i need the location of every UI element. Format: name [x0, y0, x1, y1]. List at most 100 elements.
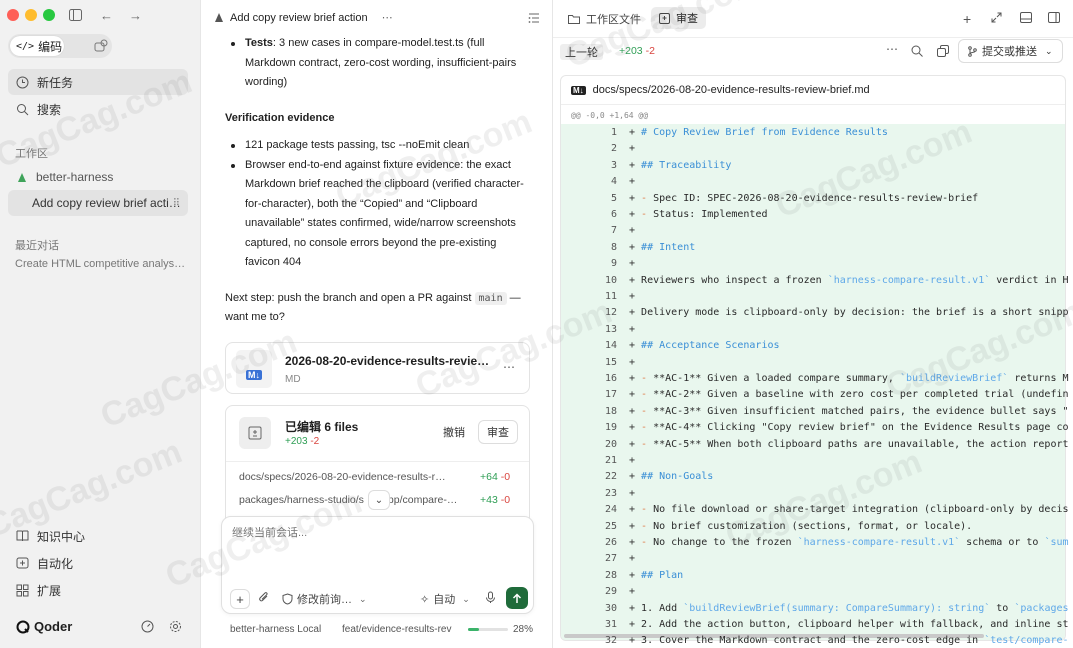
v2-line: captured, no console errors beyond the p…	[245, 236, 497, 249]
minimize-window-button[interactable]	[25, 9, 37, 21]
layout-right-icon[interactable]	[1048, 12, 1060, 23]
more-options-icon[interactable]: ⋯	[382, 11, 393, 24]
file-card[interactable]: M↓ 2026-08-20-evidence-results-revie… MD…	[225, 342, 530, 394]
code-line: + - **AC-5** When both clipboard paths a…	[629, 438, 1069, 450]
code-line: +	[629, 586, 636, 598]
speed-icon[interactable]	[141, 620, 154, 633]
v2-line: Browser end-to-end against fixture evide…	[245, 158, 511, 171]
code-line: + Reviewers who inspect a frozen `harnes…	[629, 274, 1069, 286]
file-more-icon[interactable]: ⋯	[503, 360, 515, 374]
extensions-button[interactable]: 扩展	[8, 577, 188, 603]
automation-button[interactable]: 自动化	[8, 550, 188, 576]
line-number: 30	[604, 602, 617, 614]
code-line: +	[629, 356, 636, 368]
recent-item[interactable]: Create HTML competitive analys…	[8, 251, 188, 277]
composer: + 修改前询… ⌄ ✧ 自动 ⌄	[221, 516, 534, 614]
tab-label: 审查	[676, 13, 698, 25]
line-number: 31	[604, 619, 617, 630]
outline-icon[interactable]	[528, 12, 540, 24]
edit-stats: +203 -2	[285, 436, 319, 447]
changed-file-path[interactable]: docs/specs/2026-08-20-evidence-results-r…	[239, 471, 446, 483]
tests-label: Tests	[245, 37, 273, 49]
layout-bottom-icon[interactable]	[1020, 12, 1032, 23]
line-number: 2	[610, 143, 617, 155]
tests-text-2: Markdown contract, zero-cost wording, in…	[245, 56, 517, 69]
knowledge-center-button[interactable]: 知识中心	[8, 523, 188, 549]
new-task-icon	[16, 76, 29, 88]
changed-file-path[interactable]: packages/harness-studio/s pp/compare-…	[239, 494, 457, 506]
file-name: 2026-08-20-evidence-results-revie…	[285, 354, 490, 368]
new-task-label: 新任务	[37, 75, 74, 90]
undo-button[interactable]: 撤销	[436, 420, 472, 444]
chat-message: Tests: 3 new cases in compare-model.test…	[225, 34, 525, 328]
scroll-down-chevron-icon[interactable]: ⌄	[368, 490, 390, 510]
search-button[interactable]: 搜索	[8, 96, 188, 122]
file-added: +43	[480, 494, 498, 506]
search-icon[interactable]	[911, 45, 923, 57]
code-line: + 2. Add the action button, clipboard he…	[629, 619, 1069, 630]
tab-workspace-files[interactable]: 工作区文件	[568, 11, 641, 27]
message-input[interactable]	[232, 527, 522, 539]
code-line: + - No change to the frozen `harness-com…	[629, 537, 1069, 548]
copy-icon[interactable]	[937, 45, 949, 57]
next-step-text: Next step: push the branch and open a PR…	[225, 291, 472, 304]
chevron-down-icon: ⌄	[359, 593, 367, 604]
mode-alt-icon[interactable]	[94, 39, 108, 53]
add-tab-icon[interactable]: +	[963, 11, 971, 27]
line-number: 17	[604, 389, 617, 401]
divider	[561, 104, 1065, 105]
review-panel: 工作区文件 审查 + 上一轮 +203 -2 ⋯ 提交或推送 ⌄ M↓ docs…	[553, 0, 1073, 648]
ask-mode-select[interactable]: 修改前询… ⌄	[282, 591, 367, 607]
mode-switcher[interactable]: </> 编码	[8, 34, 112, 58]
v2-line: favicon 404	[245, 256, 302, 268]
ask-mode-label: 修改前询…	[297, 594, 352, 606]
line-number: 29	[604, 586, 617, 598]
line-number: 15	[604, 356, 617, 368]
code-line: +	[629, 176, 636, 188]
line-number: 32	[604, 635, 617, 647]
paperclip-icon[interactable]	[258, 591, 270, 604]
thread-item-active[interactable]: Add copy review brief acti… ⠿	[8, 190, 188, 216]
workspace-name: better-harness	[36, 170, 114, 184]
code-line: +	[629, 487, 636, 499]
code-line: +	[629, 143, 636, 155]
more-options-icon[interactable]: ⋯	[886, 42, 898, 56]
hunk-header: @@ -0,0 +1,64 @@	[571, 111, 649, 120]
code-line: + ## Intent	[629, 241, 696, 253]
expand-icon[interactable]	[991, 12, 1002, 23]
v2-line: unavailable” states confirmed, wide/narr…	[245, 217, 516, 229]
prev-round-button[interactable]: 上一轮	[560, 44, 603, 60]
commit-push-button[interactable]: 提交或推送 ⌄	[958, 39, 1063, 63]
back-arrow-icon[interactable]: ←	[100, 8, 113, 23]
status-repo[interactable]: better-harness Local	[230, 624, 321, 635]
chat-panel: Add copy review brief action ⋯ Tests: 3 …	[200, 0, 553, 648]
line-number: 26	[604, 537, 617, 548]
add-attachment-button[interactable]: +	[230, 589, 250, 609]
tab-review[interactable]: 审查	[651, 7, 706, 29]
drag-handle-icon[interactable]: ⠿	[173, 198, 180, 209]
maximize-window-button[interactable]	[43, 9, 55, 21]
status-branch[interactable]: feat/evidence-results-rev	[342, 624, 452, 635]
line-number: 19	[604, 422, 617, 434]
model-select[interactable]: ✧ 自动 ⌄	[420, 591, 470, 607]
workspace-item[interactable]: better-harness	[8, 164, 188, 190]
line-number: 22	[604, 471, 617, 483]
new-task-button[interactable]: 新任务	[8, 69, 188, 95]
branch-chip: main	[474, 291, 507, 305]
thread-icon	[215, 13, 223, 22]
removed-count: -2	[645, 45, 655, 57]
code-line: +	[629, 455, 636, 466]
line-number: 21	[604, 455, 617, 466]
mode-code-button[interactable]: </> 编码	[10, 36, 64, 56]
sidebar-toggle-icon[interactable]	[69, 9, 82, 21]
send-button[interactable]	[506, 587, 528, 609]
close-window-button[interactable]	[7, 9, 19, 21]
review-button[interactable]: 审查	[478, 420, 518, 444]
line-number: 16	[604, 373, 617, 384]
file-added: +64	[480, 471, 498, 483]
md-badge: M↓	[246, 370, 262, 380]
settings-gear-icon[interactable]	[169, 620, 182, 633]
edit-summary-card: 已编辑 6 files +203 -2 撤销 审查 docs/specs/202…	[225, 405, 530, 530]
forward-arrow-icon[interactable]: →	[129, 8, 142, 23]
microphone-icon[interactable]	[485, 591, 496, 604]
